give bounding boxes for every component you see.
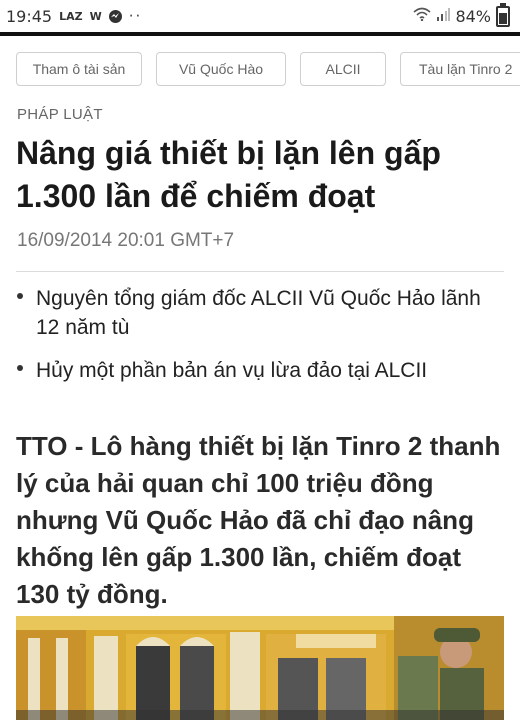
- header-bar: [0, 32, 520, 36]
- related-links: Nguyên tổng giám đốc ALCII Vũ Quốc Hảo l…: [16, 284, 506, 399]
- bullet-icon: [17, 293, 23, 299]
- wifi-icon: [413, 7, 431, 25]
- tag-tau-lan-tinro-2[interactable]: Tàu lặn Tinro 2: [400, 52, 520, 86]
- article-date: 16/09/2014 20:01 GMT+7: [17, 230, 235, 251]
- more-notifications-icon: ··: [128, 7, 143, 25]
- tag-vu-quoc-hao[interactable]: Vũ Quốc Hào: [156, 52, 286, 86]
- signal-icon: [436, 7, 451, 25]
- battery-percent: 84%: [455, 6, 491, 26]
- status-bar: 19:45 LAZ W ·· 84%: [0, 0, 520, 32]
- related-link[interactable]: Hủy một phần bản án vụ lừa đảo tại ALCII: [16, 356, 506, 385]
- w-app-icon: W: [89, 9, 102, 23]
- tag-alcii[interactable]: ALCII: [300, 52, 386, 86]
- related-link-text[interactable]: Nguyên tổng giám đốc ALCII Vũ Quốc Hảo l…: [36, 287, 481, 339]
- article-lead: TTO - Lô hàng thiết bị lặn Tinro 2 thanh…: [16, 431, 501, 609]
- tag-list: Tham ô tài sản Vũ Quốc Hào ALCII Tàu lặn…: [16, 52, 520, 88]
- battery-icon: [496, 2, 510, 27]
- lazada-icon: LAZ: [59, 9, 83, 23]
- tag-tham-o-tai-san[interactable]: Tham ô tài sản: [16, 52, 142, 86]
- article-photo[interactable]: [16, 616, 504, 720]
- status-time: 19:45: [6, 6, 53, 26]
- article-title: Nâng giá thiết bị lặn lên gấp 1.300 lần …: [16, 135, 441, 214]
- article-category[interactable]: PHÁP LUẬT: [17, 106, 103, 123]
- divider: [16, 271, 504, 272]
- messenger-icon: [108, 9, 122, 23]
- bullet-icon: [17, 365, 23, 371]
- related-link[interactable]: Nguyên tổng giám đốc ALCII Vũ Quốc Hảo l…: [16, 284, 506, 342]
- related-link-text[interactable]: Hủy một phần bản án vụ lừa đảo tại ALCII: [36, 359, 427, 382]
